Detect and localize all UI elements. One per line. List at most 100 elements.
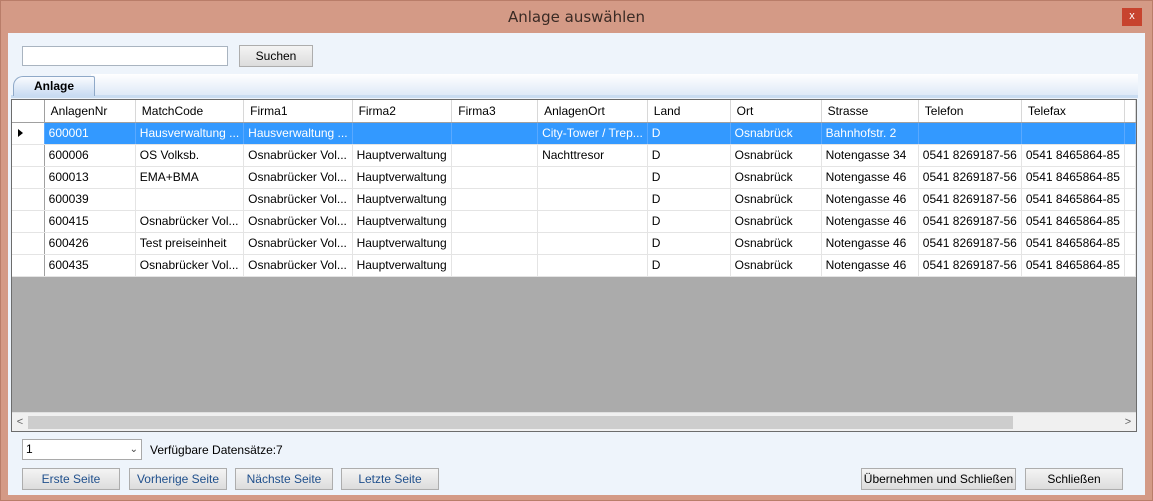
table-cell[interactable]: Osnabrücker Vol... — [243, 166, 353, 189]
chevron-down-icon[interactable]: ⌄ — [130, 440, 138, 459]
tab-anlage[interactable]: Anlage — [13, 76, 95, 96]
table-row[interactable]: 600415 Osnabrücker Vol... Osnabrücker Vol.… — [12, 210, 1136, 233]
horizontal-scrollbar[interactable]: < > — [12, 412, 1136, 431]
column-header[interactable]: Telefon — [918, 100, 1022, 123]
table-cell[interactable]: Hauptverwaltung — [352, 188, 453, 211]
table-cell[interactable]: 0541 8269187-56 — [918, 210, 1022, 233]
table-cell[interactable]: Osnabrücker Vol... — [243, 210, 353, 233]
table-cell[interactable] — [451, 166, 539, 189]
table-cell[interactable]: EMA+BMA — [135, 166, 245, 189]
row-header[interactable] — [12, 254, 45, 277]
table-cell[interactable]: Osnabrücker Vol... — [243, 188, 353, 211]
table-cell[interactable]: Osnabrücker Vol... — [135, 254, 245, 277]
table-cell[interactable] — [352, 122, 453, 145]
close-icon[interactable]: x — [1122, 8, 1142, 26]
table-cell[interactable]: Notengasse 34 — [821, 144, 919, 167]
column-header[interactable]: Firma2 — [352, 100, 453, 123]
last-page-button[interactable]: Letzte Seite — [341, 468, 439, 490]
row-header[interactable] — [12, 188, 45, 211]
table-cell[interactable] — [537, 210, 648, 233]
table-cell[interactable]: OS Volksb. — [135, 144, 245, 167]
table-cell[interactable]: Hauptverwaltung — [352, 166, 453, 189]
table-cell[interactable]: Osnabrücker Vol... — [243, 254, 353, 277]
table-cell[interactable] — [135, 188, 245, 211]
table-cell[interactable] — [451, 144, 539, 167]
column-header[interactable]: Firma3 — [451, 100, 539, 123]
table-cell[interactable] — [451, 122, 539, 145]
table-cell[interactable]: 600039 — [44, 188, 136, 211]
table-cell[interactable]: Osnabrück — [730, 166, 822, 189]
first-page-button[interactable]: Erste Seite — [22, 468, 120, 490]
table-cell[interactable]: 600013 — [44, 166, 136, 189]
table-cell[interactable]: D — [647, 210, 731, 233]
table-cell[interactable]: 0541 8269187-56 — [918, 166, 1022, 189]
column-header[interactable]: AnlagenNr — [44, 100, 136, 123]
table-cell[interactable] — [537, 166, 648, 189]
table-cell[interactable]: D — [647, 188, 731, 211]
table-cell[interactable]: Notengasse 46 — [821, 232, 919, 255]
table-cell[interactable]: Osnabrück — [730, 122, 822, 145]
table-cell[interactable]: Hauptverwaltung — [352, 232, 453, 255]
table-cell[interactable]: Test preiseinheit — [135, 232, 245, 255]
table-row[interactable]: 600435 Osnabrücker Vol... Osnabrücker Vol.… — [12, 254, 1136, 277]
close-button[interactable]: Schließen — [1025, 468, 1123, 490]
table-cell[interactable]: 0541 8269187-56 — [918, 188, 1022, 211]
table-cell[interactable] — [451, 254, 539, 277]
table-cell[interactable]: 600415 — [44, 210, 136, 233]
table-cell[interactable]: 600006 — [44, 144, 136, 167]
table-cell[interactable]: D — [647, 232, 731, 255]
table-cell[interactable]: Notengasse 46 — [821, 188, 919, 211]
table-cell[interactable]: 0541 8465864-85 — [1021, 232, 1126, 255]
table-cell[interactable] — [1021, 122, 1126, 145]
table-cell[interactable]: D — [647, 166, 731, 189]
table-cell[interactable]: Osnabrück — [730, 254, 822, 277]
table-row[interactable]: 600039 Osnabrücker Vol... Hauptverwaltung D… — [12, 188, 1136, 211]
column-header[interactable]: MatchCode — [135, 100, 245, 123]
table-cell[interactable]: D — [647, 122, 731, 145]
table-cell[interactable]: 0541 8465864-85 — [1021, 166, 1126, 189]
table-cell[interactable]: D — [647, 254, 731, 277]
table-cell[interactable]: Osnabrück — [730, 188, 822, 211]
table-cell[interactable]: Osnabrück — [730, 210, 822, 233]
column-header[interactable]: Telefax — [1021, 100, 1126, 123]
table-cell[interactable]: Osnabrücker Vol... — [243, 232, 353, 255]
table-cell[interactable]: D — [647, 144, 731, 167]
table-cell[interactable]: 600435 — [44, 254, 136, 277]
search-input[interactable] — [22, 46, 228, 66]
table-row[interactable]: 600001 Hausverwaltung ... Hausverwaltung .… — [12, 122, 1136, 145]
table-cell[interactable]: City-Tower / Trep... — [537, 122, 648, 145]
table-cell[interactable] — [918, 122, 1022, 145]
title-bar[interactable]: Anlage auswählen x — [1, 1, 1152, 33]
column-header[interactable]: AnlagenOrt — [537, 100, 648, 123]
next-page-button[interactable]: Nächste Seite — [235, 468, 333, 490]
scroll-left-icon[interactable]: < — [14, 415, 26, 429]
table-cell[interactable]: Hauptverwaltung — [352, 254, 453, 277]
page-select[interactable]: 1 ⌄ — [22, 439, 142, 460]
table-cell[interactable]: Bahnhofstr. 2 — [821, 122, 919, 145]
table-cell[interactable] — [537, 254, 648, 277]
table-cell[interactable] — [451, 210, 539, 233]
table-cell[interactable]: 0541 8269187-56 — [918, 254, 1022, 277]
table-cell[interactable]: 0541 8465864-85 — [1021, 254, 1126, 277]
table-cell[interactable] — [537, 232, 648, 255]
table-cell[interactable]: 600001 — [44, 122, 136, 145]
apply-and-close-button[interactable]: Übernehmen und Schließen — [861, 468, 1016, 490]
table-row[interactable]: 600006 OS Volksb. Osnabrücker Vol... Hauptv… — [12, 144, 1136, 167]
table-cell[interactable]: Hauptverwaltung — [352, 210, 453, 233]
table-cell[interactable]: Notengasse 46 — [821, 254, 919, 277]
scroll-right-icon[interactable]: > — [1122, 415, 1134, 429]
table-cell[interactable] — [537, 188, 648, 211]
column-header[interactable]: Strasse — [821, 100, 919, 123]
table-cell[interactable]: Notengasse 46 — [821, 166, 919, 189]
table-cell[interactable]: Osnabrücker Vol... — [135, 210, 245, 233]
table-cell[interactable]: 0541 8269187-56 — [918, 232, 1022, 255]
table-cell[interactable]: Osnabrück — [730, 232, 822, 255]
search-button[interactable]: Suchen — [239, 45, 313, 67]
column-header[interactable]: Ort — [730, 100, 822, 123]
previous-page-button[interactable]: Vorherige Seite — [129, 468, 227, 490]
table-cell[interactable]: Hauptverwaltung — [352, 144, 453, 167]
column-header[interactable]: Land — [647, 100, 731, 123]
table-cell[interactable]: Osnabrücker Vol... — [243, 144, 353, 167]
table-cell[interactable]: Hausverwaltung ... — [243, 122, 353, 145]
table-row[interactable]: 600013 EMA+BMA Osnabrücker Vol... Hauptverw… — [12, 166, 1136, 189]
